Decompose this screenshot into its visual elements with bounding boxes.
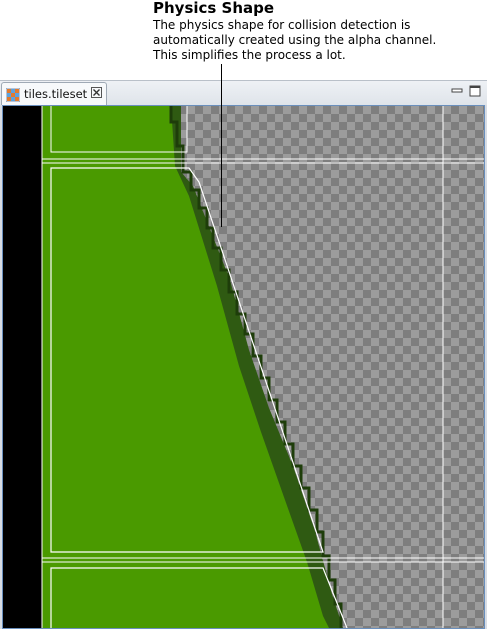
callout-description: The physics shape for collision detectio…	[153, 18, 437, 62]
black-margin	[3, 106, 42, 628]
callout-leader-line	[221, 64, 222, 227]
tileset-preview	[3, 106, 484, 628]
tab-tiles-tileset[interactable]: tiles.tileset	[1, 82, 107, 105]
editor-tab-bar: tiles.tileset	[0, 81, 487, 105]
tileset-editor: tiles.tileset	[0, 80, 487, 629]
tileset-grid-icon	[6, 88, 20, 102]
tileset-canvas[interactable]	[2, 105, 485, 629]
minimize-icon[interactable]	[451, 85, 463, 97]
tab-label: tiles.tileset	[24, 87, 88, 101]
callout-title: Physics Shape	[153, 0, 275, 17]
maximize-icon[interactable]	[469, 85, 481, 97]
physics-shape-callout: Physics Shape The physics shape for coll…	[153, 0, 483, 63]
close-icon[interactable]	[91, 87, 102, 98]
